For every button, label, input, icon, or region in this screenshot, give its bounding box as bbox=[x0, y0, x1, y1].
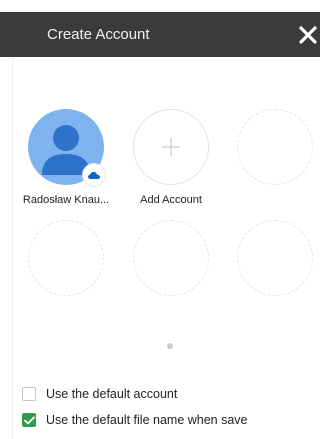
check-icon bbox=[23, 416, 35, 424]
add-account-button[interactable] bbox=[133, 109, 209, 185]
dialog-header: Create Account bbox=[0, 12, 320, 57]
checkbox-unchecked[interactable] bbox=[22, 387, 36, 401]
cloud-badge bbox=[83, 164, 105, 186]
empty-account-slot bbox=[237, 109, 313, 185]
account-name: Radosław Knau... bbox=[22, 194, 110, 206]
close-button[interactable] bbox=[296, 22, 320, 48]
page-indicator-dot bbox=[167, 343, 173, 349]
empty-account-slot bbox=[28, 220, 104, 296]
empty-account-slot bbox=[133, 220, 209, 296]
status-strip bbox=[0, 0, 320, 12]
option-label: Use the default file name when save bbox=[46, 413, 248, 427]
option-default-account[interactable]: Use the default account bbox=[22, 387, 177, 401]
empty-account-slot bbox=[237, 220, 313, 296]
account-grid: Radosław Knau... Add Account bbox=[12, 57, 320, 439]
add-account-label: Add Account bbox=[140, 194, 202, 206]
option-default-file-name[interactable]: Use the default file name when save bbox=[22, 413, 248, 427]
close-icon bbox=[299, 26, 317, 44]
cloud-icon bbox=[88, 171, 100, 179]
option-label: Use the default account bbox=[46, 387, 178, 401]
plus-icon bbox=[162, 138, 180, 156]
checkbox-checked[interactable] bbox=[22, 413, 36, 427]
dialog-title: Create Account bbox=[47, 26, 150, 43]
